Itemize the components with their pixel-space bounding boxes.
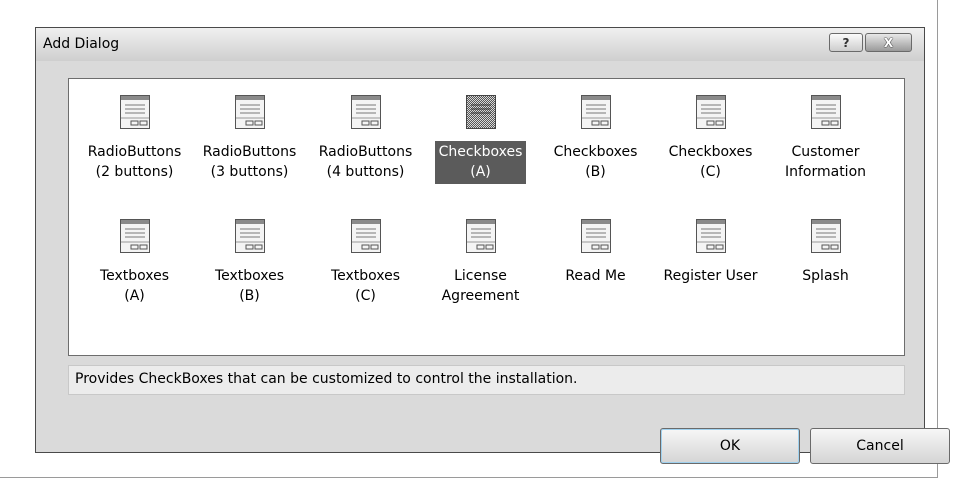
dialog-template-icon xyxy=(234,95,265,129)
dialog-template-icon xyxy=(695,95,726,129)
template-label: License Agreement xyxy=(441,268,520,304)
dialog-template-icon xyxy=(234,219,265,253)
dialog-template-icon xyxy=(810,95,841,129)
dialog-template-icon xyxy=(350,95,381,129)
template-item[interactable]: Checkboxes (B) xyxy=(537,95,654,184)
template-item[interactable]: RadioButtons (3 buttons) xyxy=(191,95,308,184)
template-item[interactable]: RadioButtons (4 buttons) xyxy=(307,95,424,184)
template-item[interactable]: RadioButtons (2 buttons) xyxy=(76,95,193,184)
help-button[interactable]: ? xyxy=(829,33,863,52)
close-icon: X xyxy=(883,35,894,50)
template-label: Textboxes (B) xyxy=(214,268,285,304)
template-label: Textboxes (A) xyxy=(99,268,170,304)
close-button[interactable]: X xyxy=(865,33,912,52)
ok-button[interactable]: OK xyxy=(660,428,800,464)
template-item[interactable]: Textboxes (A) xyxy=(76,219,193,308)
template-item[interactable]: Checkboxes (A) xyxy=(422,95,539,184)
dialog-template-icon xyxy=(465,219,496,253)
template-label: RadioButtons (2 buttons) xyxy=(87,144,182,180)
dialog-title: Add Dialog xyxy=(43,36,120,52)
template-item[interactable]: Read Me xyxy=(537,219,654,288)
help-icon: ? xyxy=(842,35,850,50)
add-dialog: Add Dialog ? X RadioButtons (2 buttons) R… xyxy=(35,27,950,464)
template-label: Textboxes (C) xyxy=(330,268,401,304)
template-item[interactable]: Register User xyxy=(652,219,769,288)
dialog-template-icon xyxy=(465,95,496,129)
dialog-template-icon xyxy=(119,219,150,253)
template-label: Splash xyxy=(802,268,849,284)
cancel-button[interactable]: Cancel xyxy=(810,428,950,464)
template-label: Checkboxes (A) xyxy=(434,141,527,184)
dialog-template-icon xyxy=(350,219,381,253)
template-label: Checkboxes (B) xyxy=(553,144,638,180)
template-label: Read Me xyxy=(565,268,626,284)
template-label: Customer Information xyxy=(784,144,867,180)
template-item[interactable]: Textboxes (B) xyxy=(191,219,308,308)
dialog-template-icon xyxy=(695,219,726,253)
dialog-template-icon xyxy=(580,95,611,129)
template-label: RadioButtons (3 buttons) xyxy=(202,144,297,180)
template-item[interactable]: Customer Information xyxy=(767,95,884,184)
template-item[interactable]: Splash xyxy=(767,219,884,288)
template-description: Provides CheckBoxes that can be customiz… xyxy=(68,365,905,395)
title-bar: Add Dialog ? X xyxy=(36,28,924,61)
dialog-template-icon xyxy=(580,219,611,253)
template-list[interactable]: RadioButtons (2 buttons) RadioButtons (3 … xyxy=(68,78,905,356)
template-grid: RadioButtons (2 buttons) RadioButtons (3 … xyxy=(69,79,904,355)
template-label: RadioButtons (4 buttons) xyxy=(318,144,413,180)
template-item[interactable]: Checkboxes (C) xyxy=(652,95,769,184)
template-label: Register User xyxy=(663,268,758,284)
dialog-template-icon xyxy=(119,95,150,129)
dialog-template-icon xyxy=(810,219,841,253)
template-item[interactable]: Textboxes (C) xyxy=(307,219,424,308)
template-item[interactable]: License Agreement xyxy=(422,219,539,308)
template-label: Checkboxes (C) xyxy=(668,144,753,180)
